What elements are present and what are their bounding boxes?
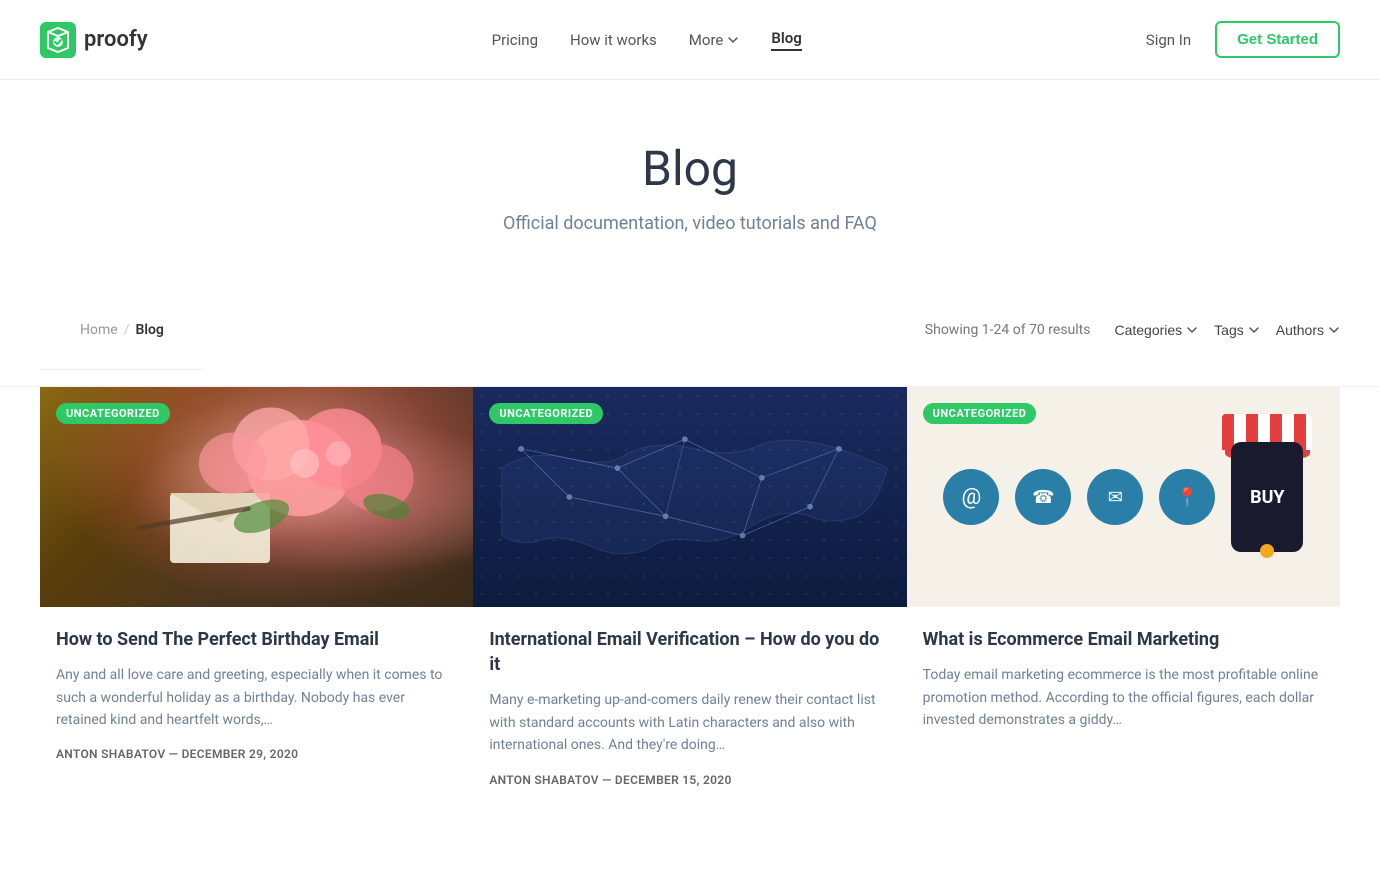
logo[interactable]: proofy xyxy=(40,22,148,58)
sign-in-link[interactable]: Sign In xyxy=(1146,31,1191,49)
breadcrumb-current: Blog xyxy=(135,322,163,338)
card-birthday-email: UNCATEGORIZED How to Send The Perfect Bi… xyxy=(40,387,473,803)
navbar: proofy Pricing How it works More Blog Si… xyxy=(0,0,1380,80)
cards-grid: UNCATEGORIZED How to Send The Perfect Bi… xyxy=(0,387,1380,863)
categories-chevron-icon xyxy=(1186,324,1198,336)
phone-dot xyxy=(1260,544,1274,558)
card-body: How to Send The Perfect Birthday Email A… xyxy=(40,607,473,777)
card-body-3: What is Ecommerce Email Marketing Today … xyxy=(907,607,1340,763)
nav-item-pricing[interactable]: Pricing xyxy=(492,31,538,49)
card-image-wrap: UNCATEGORIZED xyxy=(40,387,473,607)
phone-body: BUY xyxy=(1231,442,1303,552)
email-icon: ✉ xyxy=(1087,469,1143,525)
hero-subtitle: Official documentation, video tutorials … xyxy=(20,213,1360,234)
tags-filter-button[interactable]: Tags xyxy=(1214,322,1260,338)
card-badge-2: UNCATEGORIZED xyxy=(489,403,603,424)
card-title-3[interactable]: What is Ecommerce Email Marketing xyxy=(923,627,1324,652)
authors-chevron-icon xyxy=(1328,324,1340,336)
breadcrumb-bar: Home / Blog Showing 1-24 of 70 results C… xyxy=(0,274,1380,387)
card-title[interactable]: How to Send The Perfect Birthday Email xyxy=(56,627,457,652)
at-sign-icon: @ xyxy=(943,469,999,525)
hero-section: Blog Official documentation, video tutor… xyxy=(0,80,1380,274)
breadcrumb: Home / Blog xyxy=(40,290,204,370)
categories-filter-button[interactable]: Categories xyxy=(1114,322,1198,338)
results-count: Showing 1-24 of 70 results xyxy=(925,322,1091,338)
card-ecommerce-email: @ ☎ ✉ 📍 xyxy=(907,387,1340,803)
nav-item-how-it-works[interactable]: How it works xyxy=(570,31,657,49)
hero-title: Blog xyxy=(20,140,1360,197)
card-title-2[interactable]: International Email Verification – How d… xyxy=(489,627,890,677)
card-meta: ANTON SHABATOV — DECEMBER 29, 2020 xyxy=(56,747,457,761)
card-image-wrap-3: @ ☎ ✉ 📍 xyxy=(907,387,1340,607)
phone-icon: ☎ xyxy=(1015,469,1071,525)
filters: Showing 1-24 of 70 results Categories Ta… xyxy=(925,322,1340,338)
card-image-wrap-2: UNCATEGORIZED xyxy=(473,387,906,607)
chevron-down-icon xyxy=(727,34,739,46)
card-excerpt-3: Today email marketing ecommerce is the m… xyxy=(923,664,1324,731)
card-badge: UNCATEGORIZED xyxy=(56,403,170,424)
logo-text: proofy xyxy=(84,27,148,52)
card-excerpt: Any and all love care and greeting, espe… xyxy=(56,664,457,731)
nav-actions: Sign In Get Started xyxy=(1146,21,1340,58)
logo-icon xyxy=(40,22,76,58)
phone-screen-text: BUY xyxy=(1250,487,1285,508)
card-meta-2: ANTON SHABATOV — DECEMBER 15, 2020 xyxy=(489,773,890,787)
breadcrumb-home[interactable]: Home xyxy=(80,322,118,338)
tags-chevron-icon xyxy=(1248,324,1260,336)
card-excerpt-2: Many e-marketing up-and-comers daily ren… xyxy=(489,689,890,756)
authors-filter-button[interactable]: Authors xyxy=(1276,322,1340,338)
nav-item-blog[interactable]: Blog xyxy=(771,29,801,51)
card-international-email: UNCATEGORIZED International Email Verifi… xyxy=(473,387,906,803)
breadcrumb-separator: / xyxy=(124,322,130,338)
ecom-icons: @ ☎ ✉ 📍 xyxy=(943,469,1215,525)
nav-item-more[interactable]: More xyxy=(689,31,740,49)
shop-graphic: BUY xyxy=(1231,442,1303,552)
card-badge-3: UNCATEGORIZED xyxy=(923,403,1037,424)
location-icon: 📍 xyxy=(1159,469,1215,525)
get-started-button[interactable]: Get Started xyxy=(1215,21,1340,58)
nav-links: Pricing How it works More Blog xyxy=(492,29,802,51)
card-body-2: International Email Verification – How d… xyxy=(473,607,906,803)
